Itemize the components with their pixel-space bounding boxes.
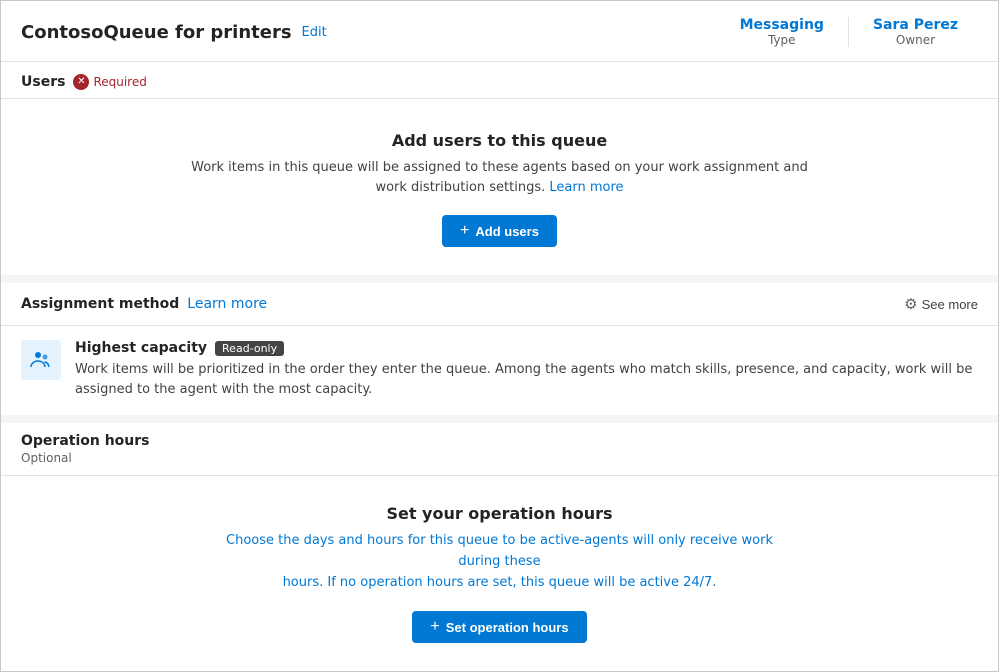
add-users-card: Add users to this queue Work items in th…: [1, 99, 998, 275]
assignment-method-icon-wrap: [21, 340, 61, 380]
page-header: ContosoQueue for printers Edit Messaging…: [1, 1, 998, 62]
assignment-method-icon: [29, 348, 53, 372]
set-hours-button-label: Set operation hours: [446, 620, 569, 635]
header-divider: [848, 17, 849, 47]
header-right: Messaging Type Sara Perez Owner: [720, 17, 978, 47]
add-users-button-label: Add users: [475, 224, 539, 239]
assignment-section-title: Assignment method: [21, 296, 179, 312]
header-left: ContosoQueue for printers Edit: [21, 22, 327, 43]
users-header-left: Users ✕ Required: [21, 74, 147, 90]
section-gap-2: [1, 415, 998, 423]
assignment-learn-more-link[interactable]: Learn more: [187, 296, 267, 312]
add-users-card-title: Add users to this queue: [392, 131, 607, 150]
op-card-desc-line1: Choose the days and hours for this queue…: [226, 533, 773, 569]
op-card-description: Choose the days and hours for this queue…: [220, 531, 780, 593]
set-operation-hours-card: Set your operation hours Choose the days…: [1, 475, 998, 671]
add-users-desc-text: Work items in this queue will be assigne…: [191, 160, 808, 195]
set-operation-hours-button[interactable]: + Set operation hours: [412, 611, 586, 643]
set-hours-plus-icon: +: [430, 619, 439, 635]
op-optional-label: Optional: [1, 451, 998, 475]
readonly-badge: Read-only: [215, 341, 284, 356]
op-card-desc-line2: hours. If no operation hours are set, th…: [283, 575, 717, 590]
header-type-value[interactable]: Messaging: [740, 17, 824, 33]
header-type-label: Type: [740, 33, 824, 47]
active-24-7-text: 24/7.: [683, 575, 716, 590]
header-owner-value[interactable]: Sara Perez: [873, 17, 958, 33]
op-section-header: Operation hours: [1, 423, 998, 451]
add-users-button[interactable]: + Add users: [442, 215, 557, 247]
header-meta-type: Messaging Type: [720, 17, 844, 47]
assignment-method-card: Highest capacity Read-only Work items wi…: [1, 326, 998, 415]
see-more-button[interactable]: ⚙ See more: [904, 295, 978, 313]
assignment-section: Assignment method Learn more ⚙ See more: [1, 283, 998, 415]
assignment-header-left: Assignment method Learn more: [21, 296, 267, 312]
users-section-header: Users ✕ Required: [1, 62, 998, 99]
op-section-title: Operation hours: [21, 433, 150, 449]
header-meta-owner: Sara Perez Owner: [853, 17, 978, 47]
assignment-section-header: Assignment method Learn more ⚙ See more: [1, 283, 998, 326]
header-owner-label: Owner: [873, 33, 958, 47]
page-title: ContosoQueue for printers: [21, 22, 292, 43]
required-label: Required: [93, 75, 146, 89]
gear-icon: ⚙: [904, 295, 917, 313]
add-users-card-description: Work items in this queue will be assigne…: [190, 158, 810, 197]
content-area: Users ✕ Required Add users to this queue…: [1, 62, 998, 671]
assignment-method-name: Highest capacity: [75, 340, 207, 356]
edit-link[interactable]: Edit: [302, 25, 327, 40]
users-section-title: Users: [21, 74, 65, 90]
users-section: Users ✕ Required Add users to this queue…: [1, 62, 998, 275]
see-more-label: See more: [922, 297, 978, 312]
section-gap-1: [1, 275, 998, 283]
users-learn-more-link[interactable]: Learn more: [549, 180, 623, 195]
required-badge: ✕ Required: [73, 74, 146, 90]
add-users-plus-icon: +: [460, 223, 469, 239]
assignment-method-info: Highest capacity Read-only Work items wi…: [75, 340, 978, 399]
assignment-method-description: Work items will be prioritized in the or…: [75, 360, 978, 399]
operation-hours-section: Operation hours Optional Set your operat…: [1, 423, 998, 671]
assignment-name-row: Highest capacity Read-only: [75, 340, 978, 356]
required-icon: ✕: [73, 74, 89, 90]
